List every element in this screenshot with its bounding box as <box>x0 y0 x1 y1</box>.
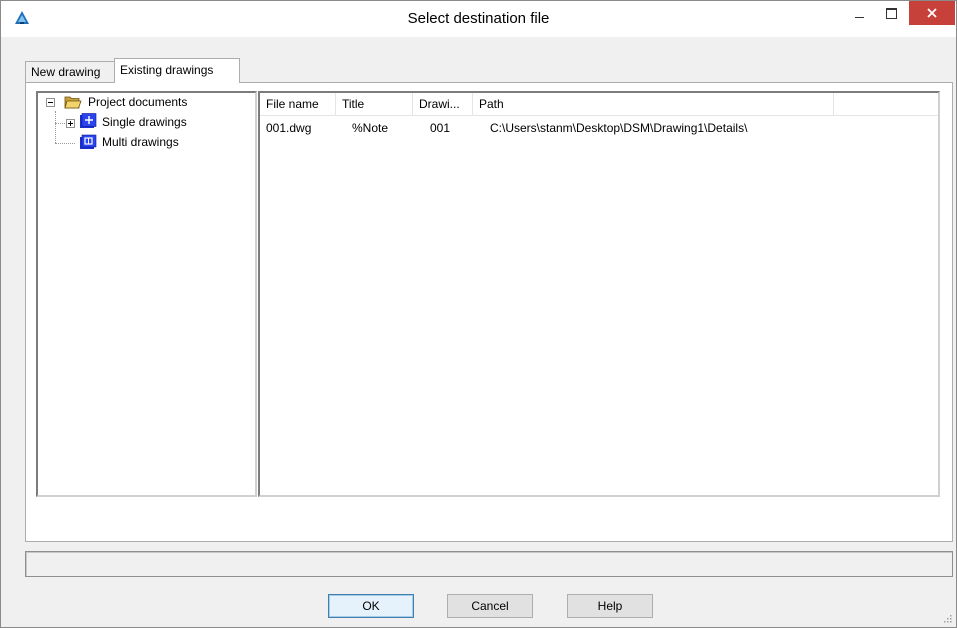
close-icon <box>927 8 937 18</box>
tree-line <box>55 111 56 143</box>
collapse-toggle[interactable] <box>46 98 55 107</box>
multi-drawing-icon <box>80 134 97 149</box>
minimize-button[interactable] <box>845 1 873 25</box>
tree-item-multi-drawings[interactable]: Multi drawings <box>102 135 179 149</box>
tree-item-single-drawings[interactable]: Single drawings <box>102 115 187 129</box>
close-button[interactable] <box>909 1 955 25</box>
tree-item-project-documents[interactable]: Project documents <box>88 95 187 109</box>
cancel-button[interactable]: Cancel <box>447 594 533 618</box>
table-row[interactable]: 001.dwg %Note 001 C:\Users\stanm\Desktop… <box>260 119 938 137</box>
tree-line <box>55 143 75 144</box>
column-header-drawing[interactable]: Drawi... <box>413 93 473 115</box>
status-bar <box>25 551 953 577</box>
drawings-list[interactable]: File name Title Drawi... Path 001.dwg %N… <box>258 91 940 497</box>
column-header-empty <box>834 93 938 115</box>
resize-grip-icon[interactable] <box>942 613 952 623</box>
cell-title: %Note <box>352 121 389 135</box>
tab-existing-drawings[interactable]: Existing drawings <box>114 58 240 83</box>
maximize-icon <box>886 8 897 19</box>
cell-path: C:\Users\stanm\Desktop\DSM\Drawing1\Deta… <box>490 121 748 135</box>
list-header: File name Title Drawi... Path <box>260 93 938 116</box>
cell-drawing: 001 <box>430 121 451 135</box>
tab-new-drawing[interactable]: New drawing <box>25 61 121 82</box>
minimize-icon <box>855 17 864 18</box>
help-button[interactable]: Help <box>567 594 653 618</box>
window-title: Select destination file <box>407 10 550 27</box>
cell-file-name: 001.dwg <box>266 121 312 135</box>
project-tree[interactable]: Project documents Single drawings Multi … <box>36 91 257 497</box>
title-bar[interactable]: Select destination file <box>1 1 956 37</box>
open-folder-icon <box>64 96 82 109</box>
ok-button[interactable]: OK <box>328 594 414 618</box>
maximize-button[interactable] <box>877 1 905 25</box>
existing-drawings-panel: Project documents Single drawings Multi … <box>25 82 953 542</box>
column-header-path[interactable]: Path <box>473 93 834 115</box>
column-header-title[interactable]: Title <box>336 93 413 115</box>
expand-toggle[interactable] <box>66 119 75 128</box>
drawing-set-icon <box>80 113 97 128</box>
column-header-file-name[interactable]: File name <box>260 93 336 115</box>
dialog-window: Select destination file New drawing Exis… <box>0 0 957 628</box>
